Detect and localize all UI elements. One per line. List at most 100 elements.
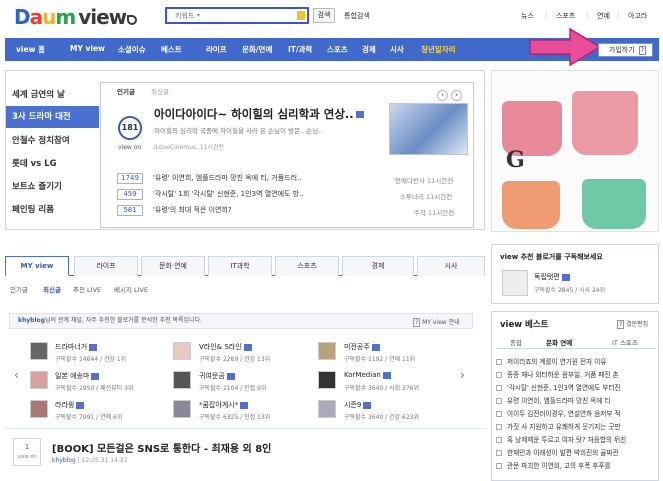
subtab-message-live[interactable]: 베시지 LIVE — [114, 284, 148, 294]
view-count-badge[interactable]: 181 — [118, 116, 142, 140]
nav-social-issue[interactable]: 소셜이슈 — [118, 44, 146, 55]
blogger-name[interactable]: KorMedian — [344, 371, 391, 379]
avatar[interactable] — [30, 400, 48, 418]
best-tab-culture[interactable]: 문화 연예 — [546, 337, 572, 347]
post-view-badge[interactable]: 1 view on — [13, 438, 41, 466]
headline-title[interactable]: 아이다아이다~ 하이힐의 심리학과 연상.. — [154, 106, 364, 122]
tab-sports[interactable]: 스포츠 — [275, 256, 339, 276]
tab-latest[interactable]: 최신글 — [151, 86, 169, 96]
avatar[interactable] — [318, 342, 336, 360]
issue-menu-item[interactable]: 페인팅 리폼 — [6, 199, 99, 221]
best-list-item[interactable]: 한재민과 이래성이 발편 박희진의 골짜관 — [496, 447, 619, 457]
issue-menu-item[interactable]: 보트쇼 즐기기 — [6, 176, 99, 198]
nav-economy[interactable]: 경제 — [362, 44, 376, 55]
ranking-row[interactable]: 1749 '유령' 이연희, 엠플드라마 망친 옥에 티, 거품드러.. — [117, 173, 301, 184]
recommend-name[interactable]: 독립탯편 — [534, 272, 570, 282]
issue-menu-item[interactable]: 안철수 정치참여 — [6, 130, 99, 152]
nav-best[interactable]: 베스트 — [161, 44, 182, 55]
blogger-name[interactable]: 일본 애송마 — [55, 371, 100, 381]
subtab-latest[interactable]: 최신글 — [43, 284, 61, 294]
blogger-name[interactable]: 미전공주 — [344, 342, 380, 352]
search-highlight-icon — [297, 11, 305, 20]
issue-menu-item-active[interactable]: 3사 드라마 대전 — [6, 106, 99, 128]
nav-culture[interactable]: 문화/연예 — [242, 44, 272, 55]
bag-rose-image — [572, 91, 638, 155]
nav-it-science[interactable]: IT/과학 — [288, 44, 312, 55]
blogger-meta: 구독할수 2269 / 건강 13위 — [199, 356, 271, 363]
blogger-name[interactable]: 시즌9 — [344, 400, 372, 410]
search-box[interactable]: ▾ — [165, 7, 309, 24]
search-input[interactable] — [167, 9, 285, 22]
tab-economy[interactable]: 경제 — [342, 256, 414, 276]
best-list-item[interactable]: 저이리죠의 계를이 연기원 전자 이유 — [496, 356, 606, 366]
top-link-entertainment[interactable]: 연예 — [597, 11, 610, 21]
post-meta: khyblog | 12.05.31 14:37 — [52, 457, 128, 464]
subtab-popular[interactable]: 인기글 — [10, 284, 28, 294]
blogger-name[interactable]: 라라윙 — [55, 400, 85, 410]
myview-guide-link[interactable]: ? MY view 안내 — [413, 317, 460, 327]
logo-mark-icon — [127, 15, 138, 25]
divider: | — [545, 11, 548, 19]
nav-life[interactable]: 라이프 — [206, 44, 227, 55]
ranking-row[interactable]: 459 '각시탈' 1회 '각시탈' 신현준, 1인3역 열연에도 방.. — [117, 189, 304, 200]
unified-search-link[interactable]: 통합검색 — [344, 11, 370, 21]
bag-green-image — [582, 179, 646, 229]
blogger-name[interactable]: *꿈잡아게시* — [199, 400, 249, 410]
search-dropdown-icon[interactable]: ▾ — [197, 12, 200, 19]
tab-politics[interactable]: 시사 — [417, 256, 485, 276]
tab-it[interactable]: IT과학 — [208, 256, 272, 276]
top-link-agora[interactable]: 아고라 — [628, 11, 647, 21]
nav-sports[interactable]: 스포츠 — [327, 44, 348, 55]
avatar[interactable] — [173, 342, 191, 360]
post-title[interactable]: [BOOK] 모든걸은 SNS로 통한다 - 최재용 외 8인 — [52, 440, 271, 455]
blogger-meta: 구독할수 2104 / 인접 9위 — [199, 385, 267, 392]
blogger-name[interactable]: 귀여운곰 — [199, 371, 235, 381]
headline-summary: 하이힐의 심리학 국중에 하이힐을 사러 온 손님이 방문.. 손님.. — [154, 127, 323, 135]
best-list-item[interactable]: 종종 재나 외터하운 음부일. 거품 패진 촌 — [496, 369, 619, 379]
best-tab-all[interactable]: 종합 — [510, 337, 522, 347]
next-arrow-icon[interactable]: › — [451, 90, 462, 101]
avatar[interactable] — [173, 400, 191, 418]
blogger-next-arrow-icon[interactable]: › — [460, 368, 465, 382]
blogger-name[interactable]: 드라마너거 — [55, 342, 98, 352]
nav-view-home[interactable]: view 홈 — [16, 44, 45, 55]
search-button[interactable]: 검색 — [313, 8, 335, 23]
blogger-prev-arrow-icon[interactable]: ‹ — [14, 368, 19, 382]
new-badge-icon — [355, 111, 364, 118]
nav-my-view[interactable]: MY view — [70, 44, 105, 53]
tab-myview[interactable]: MY view — [5, 256, 69, 276]
top-link-news[interactable]: 뉴스 — [521, 11, 534, 21]
best-list-item[interactable]: 혹 낭제제운 투르고 여자 탓? 처음합의 뒤친 — [496, 434, 626, 444]
best-list-item[interactable]: 이이두 김전러이경우, 연설연하 음저부 적 — [496, 408, 621, 418]
headline-thumbnail[interactable] — [389, 103, 468, 155]
top-link-sports[interactable]: 스포츠 — [556, 11, 575, 21]
best-tab-it-sports[interactable]: IT 스포츠 — [612, 337, 638, 347]
avatar[interactable] — [30, 342, 48, 360]
avatar[interactable] — [318, 371, 336, 389]
tab-life[interactable]: 라이프 — [74, 256, 138, 276]
best-list-item[interactable]: 유령 이연희, 엠플드라마 망친 옥에 티 — [496, 395, 611, 405]
best-list-item[interactable]: 관문 파괴한 이연희, 고의 후폭 후푸를 — [496, 460, 611, 470]
tab-culture[interactable]: 문화 연예 — [141, 256, 205, 276]
blogger-meta: 구독할수 7991 / 연예 6위 — [55, 414, 123, 421]
avatar[interactable] — [30, 371, 48, 389]
avatar[interactable] — [173, 371, 191, 389]
avatar[interactable] — [318, 400, 336, 418]
prev-arrow-icon[interactable]: ‹ — [437, 90, 448, 101]
subtab-recommend-live[interactable]: 추천 LIVE — [73, 284, 101, 294]
daum-view-logo[interactable]: Daum view — [14, 5, 138, 29]
blogger-name[interactable]: V라인& S라인 — [199, 342, 252, 352]
advertisement-banner[interactable]: G — [491, 70, 659, 232]
join-button[interactable]: 가입하기? — [598, 43, 653, 57]
nav-current-affairs[interactable]: 시사 — [390, 44, 404, 55]
ranking-row[interactable]: 581 '유령'의 최대 적은 이연희? — [117, 205, 232, 216]
issue-menu-item[interactable]: 롯데 vs LG — [6, 153, 99, 175]
tab-popular[interactable]: 인기글 — [117, 86, 135, 96]
best-list-item[interactable]: 가짓 사 지원하고 유쾌하게 웃기지는 굿판 — [496, 421, 621, 431]
best-edit-link[interactable]: ? 결문편집 — [617, 319, 648, 329]
avatar[interactable] — [502, 270, 528, 296]
recommend-title: view 추천 블로거를 구독해보세요 — [500, 253, 603, 261]
nav-youth-jobs[interactable]: 청년일자리 — [421, 44, 456, 55]
best-list-item[interactable]: '각시탈' 신현준, 1인3역 열연에도 부터진 — [496, 382, 621, 392]
issue-menu-item[interactable]: 세계 금연의 날 — [6, 84, 99, 106]
